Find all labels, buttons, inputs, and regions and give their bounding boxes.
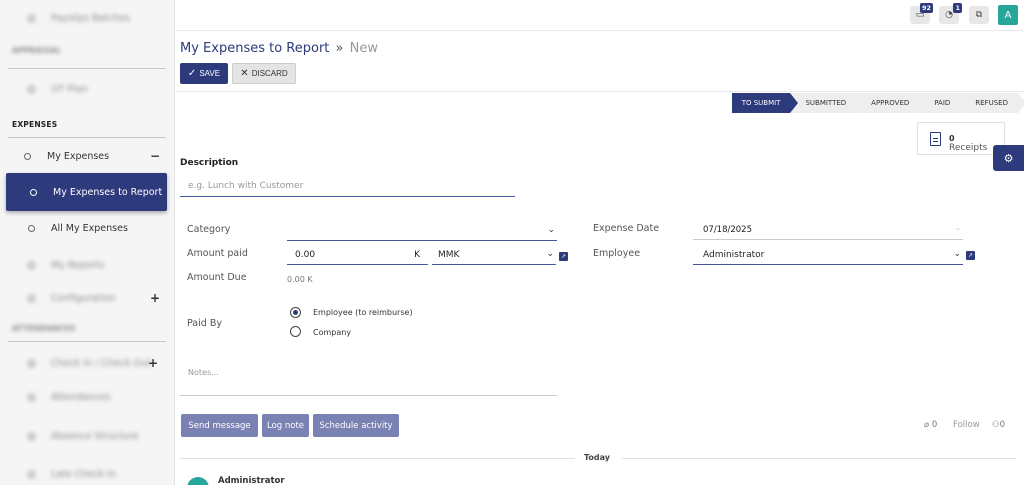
paid-by-label: Paid By	[187, 318, 222, 329]
breadcrumb: My Expenses to Report » New	[180, 41, 378, 56]
sidebar-item-ot-plan[interactable]: OT Plan	[8, 78, 166, 100]
company-switch-icon[interactable]: ⧉	[969, 6, 989, 24]
attachments-counter[interactable]: ⌀ 0	[924, 420, 937, 430]
sidebar-item-my-expenses[interactable]: My Expenses −	[8, 145, 166, 167]
sidebar-item-absence-structure[interactable]: Absence Structure	[8, 425, 166, 447]
stage-to-submit[interactable]: TO SUBMIT	[731, 93, 799, 113]
category-label: Category	[187, 224, 231, 235]
sidebar-item-all-my-expenses[interactable]: All My Expenses	[8, 217, 166, 239]
person-icon: ⚇	[992, 420, 1000, 430]
chevron-down-icon: ⌄	[953, 249, 961, 259]
sidebar: Payslips Batches APPRAISAL OT Plan EXPEN…	[0, 0, 175, 485]
collapse-icon[interactable]: −	[150, 149, 160, 163]
circle-icon	[28, 224, 35, 232]
close-icon: ✕	[240, 68, 249, 79]
author-avatar	[187, 477, 209, 485]
radio-employee-label[interactable]: Employee (to reimburse)	[313, 308, 413, 317]
employee-select[interactable]: Administrator ⌄	[693, 245, 963, 265]
messages-icon[interactable]: ▭ 92	[910, 3, 933, 24]
sidebar-section-attendances: ATTENDANCES	[12, 324, 76, 333]
gear-icon[interactable]: ⚙	[993, 145, 1024, 171]
description-input[interactable]	[180, 175, 515, 197]
circle-icon	[24, 152, 31, 160]
expense-date-input[interactable]: 07/18/2025 ⌄	[693, 220, 963, 240]
sidebar-section-appraisal: APPRAISAL	[12, 46, 61, 55]
sidebar-item-attendances[interactable]: Attendances	[8, 386, 166, 408]
radio-employee[interactable]	[290, 307, 301, 318]
paperclip-icon: ⌀	[924, 420, 930, 430]
activity-badge: 1	[953, 3, 962, 13]
sidebar-item-payslips-batches[interactable]: Payslips Batches	[8, 7, 166, 29]
sidebar-divider	[8, 137, 166, 138]
amount-currency-suffix: K	[414, 249, 420, 260]
user-avatar[interactable]: A	[998, 5, 1018, 25]
circle-icon	[28, 294, 35, 302]
follow-button[interactable]: Follow	[953, 420, 980, 430]
employee-label: Employee	[593, 248, 641, 259]
sidebar-divider	[8, 68, 166, 69]
check-icon: ✓	[187, 68, 197, 79]
divider-line	[180, 458, 575, 459]
receipts-label: Receipts	[949, 143, 988, 153]
sidebar-item-my-expenses-to-report[interactable]: My Expenses to Report	[6, 173, 167, 211]
amount-paid-input[interactable]: 0.00 K	[287, 245, 428, 265]
amount-due-value: 0.00 K	[287, 275, 313, 284]
breadcrumb-separator: »	[335, 41, 344, 56]
status-bar: TO SUBMIT SUBMITTED APPROVED PAID REFUSE…	[731, 93, 1024, 113]
chevron-down-icon: ⌄	[955, 224, 961, 232]
notes-field[interactable]: Notes...	[180, 362, 557, 396]
log-note-button[interactable]: Log note	[262, 414, 309, 437]
sidebar-item-check-in-out[interactable]: Check In / Check Out +	[8, 352, 166, 374]
circle-icon	[28, 85, 35, 93]
amount-due-label: Amount Due	[187, 272, 247, 283]
sidebar-divider	[8, 341, 166, 342]
followers-counter[interactable]: ⚇0	[992, 420, 1005, 430]
divider-line	[622, 458, 1016, 459]
message-author: Administrator	[218, 476, 285, 485]
sidebar-item-configuration[interactable]: Configuration +	[8, 287, 166, 309]
external-link-icon[interactable]: ↗	[559, 252, 568, 261]
breadcrumb-current: New	[349, 41, 379, 56]
activity-clock-icon[interactable]: ◔ 1	[939, 3, 962, 24]
expense-date-label: Expense Date	[593, 223, 660, 234]
topbar: ▭ 92 ◔ 1 ⧉ A	[176, 0, 1024, 31]
send-message-button[interactable]: Send message	[181, 414, 258, 437]
stage-approved[interactable]: APPROVED	[857, 93, 928, 113]
circle-icon	[28, 393, 35, 401]
stage-refused[interactable]: REFUSED	[961, 93, 1024, 113]
circle-icon	[28, 261, 35, 269]
chevron-down-icon: ⌄	[546, 249, 554, 259]
chevron-down-icon: ⌄	[547, 225, 555, 235]
today-separator: Today	[584, 453, 610, 462]
amount-paid-label: Amount paid	[187, 248, 248, 259]
description-label: Description	[180, 158, 239, 168]
external-link-icon[interactable]: ↗	[966, 251, 975, 260]
circle-icon	[28, 359, 35, 367]
receipts-count: 0	[949, 134, 955, 143]
circle-icon	[28, 470, 35, 478]
save-button[interactable]: ✓ SAVE	[180, 63, 228, 84]
discard-button[interactable]: ✕ DISCARD	[232, 63, 296, 84]
header-divider	[176, 91, 1024, 92]
circle-icon	[28, 14, 35, 22]
schedule-activity-button[interactable]: Schedule activity	[313, 414, 399, 437]
sidebar-item-my-reports[interactable]: My Reports	[8, 254, 166, 276]
messages-badge: 92	[919, 3, 933, 13]
document-icon	[930, 131, 941, 146]
breadcrumb-parent[interactable]: My Expenses to Report	[180, 41, 329, 56]
expand-icon[interactable]: +	[150, 291, 160, 305]
expand-icon[interactable]: +	[148, 356, 158, 370]
category-select[interactable]: ⌄	[287, 221, 557, 241]
receipts-button[interactable]: 0 Receipts	[917, 122, 1005, 155]
stage-submitted[interactable]: SUBMITTED	[791, 93, 864, 113]
circle-icon	[30, 188, 37, 196]
currency-select[interactable]: MMK ⌄	[432, 245, 556, 265]
radio-company[interactable]	[290, 326, 301, 337]
sidebar-item-late-check-in[interactable]: Late Check-In	[8, 463, 166, 485]
sidebar-section-expenses: EXPENSES	[12, 120, 58, 129]
radio-company-label[interactable]: Company	[313, 328, 351, 337]
circle-icon	[28, 432, 35, 440]
